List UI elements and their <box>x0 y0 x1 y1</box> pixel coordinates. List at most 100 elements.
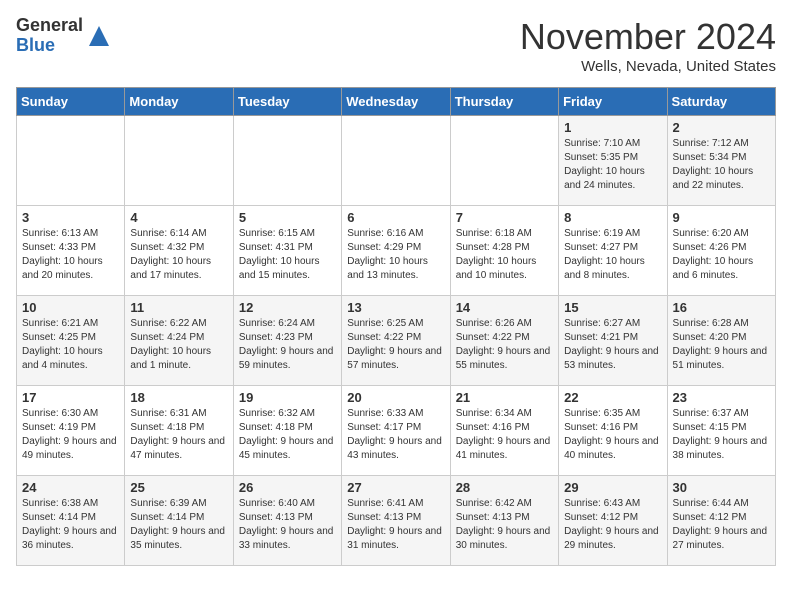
header-friday: Friday <box>559 88 667 116</box>
calendar-cell <box>450 116 558 206</box>
logo-blue: Blue <box>16 36 83 56</box>
day-info: Sunrise: 6:15 AM Sunset: 4:31 PM Dayligh… <box>239 227 336 283</box>
day-info: Sunrise: 7:10 AM Sunset: 5:35 PM Dayligh… <box>564 137 661 193</box>
title-block: November 2024 Wells, Nevada, United Stat… <box>520 16 776 75</box>
calendar-week-5: 24 Sunrise: 6:38 AM Sunset: 4:14 PM Dayli… <box>17 476 776 566</box>
day-number: 25 <box>130 480 227 495</box>
day-info: Sunrise: 6:37 AM Sunset: 4:15 PM Dayligh… <box>673 407 770 463</box>
day-info: Sunrise: 6:34 AM Sunset: 4:16 PM Dayligh… <box>456 407 553 463</box>
day-number: 6 <box>347 210 444 225</box>
day-info: Sunrise: 6:31 AM Sunset: 4:18 PM Dayligh… <box>130 407 227 463</box>
day-info: Sunrise: 6:24 AM Sunset: 4:23 PM Dayligh… <box>239 317 336 373</box>
calendar-cell: 23 Sunrise: 6:37 AM Sunset: 4:15 PM Dayli… <box>667 386 775 476</box>
day-info: Sunrise: 6:40 AM Sunset: 4:13 PM Dayligh… <box>239 497 336 553</box>
calendar-cell: 6 Sunrise: 6:16 AM Sunset: 4:29 PM Daylig… <box>342 206 450 296</box>
calendar-cell: 11 Sunrise: 6:22 AM Sunset: 4:24 PM Dayli… <box>125 296 233 386</box>
day-info: Sunrise: 6:22 AM Sunset: 4:24 PM Dayligh… <box>130 317 227 373</box>
day-info: Sunrise: 6:38 AM Sunset: 4:14 PM Dayligh… <box>22 497 119 553</box>
calendar-cell: 16Sunrise: 6:28 AM Sunset: 4:20 PM Dayli… <box>667 296 775 386</box>
day-info: Sunrise: 6:42 AM Sunset: 4:13 PM Dayligh… <box>456 497 553 553</box>
day-info: Sunrise: 6:41 AM Sunset: 4:13 PM Dayligh… <box>347 497 444 553</box>
day-number: 27 <box>347 480 444 495</box>
calendar-cell: 20 Sunrise: 6:33 AM Sunset: 4:17 PM Dayli… <box>342 386 450 476</box>
day-info: Sunrise: 6:32 AM Sunset: 4:18 PM Dayligh… <box>239 407 336 463</box>
day-number: 20 <box>347 390 444 405</box>
day-number: 18 <box>130 390 227 405</box>
day-number: 29 <box>564 480 661 495</box>
calendar-week-4: 17 Sunrise: 6:30 AM Sunset: 4:19 PM Dayli… <box>17 386 776 476</box>
day-info: Sunrise: 6:27 AM Sunset: 4:21 PM Dayligh… <box>564 317 661 373</box>
day-number: 28 <box>456 480 553 495</box>
day-number: 5 <box>239 210 336 225</box>
calendar-cell: 17 Sunrise: 6:30 AM Sunset: 4:19 PM Dayli… <box>17 386 125 476</box>
day-info: Sunrise: 6:13 AM Sunset: 4:33 PM Dayligh… <box>22 227 119 283</box>
day-number: 14 <box>456 300 553 315</box>
calendar-cell: 4Sunrise: 6:14 AM Sunset: 4:32 PM Daylig… <box>125 206 233 296</box>
day-number: 24 <box>22 480 119 495</box>
calendar-cell: 25 Sunrise: 6:39 AM Sunset: 4:14 PM Dayli… <box>125 476 233 566</box>
logo-general: General <box>16 16 83 36</box>
day-info: Sunrise: 6:35 AM Sunset: 4:16 PM Dayligh… <box>564 407 661 463</box>
calendar-cell: 18 Sunrise: 6:31 AM Sunset: 4:18 PM Dayli… <box>125 386 233 476</box>
day-number: 19 <box>239 390 336 405</box>
calendar-cell <box>17 116 125 206</box>
calendar-cell: 24 Sunrise: 6:38 AM Sunset: 4:14 PM Dayli… <box>17 476 125 566</box>
day-info: Sunrise: 6:21 AM Sunset: 4:25 PM Dayligh… <box>22 317 119 373</box>
day-number: 21 <box>456 390 553 405</box>
calendar-cell: 15 Sunrise: 6:27 AM Sunset: 4:21 PM Dayli… <box>559 296 667 386</box>
day-info: Sunrise: 6:19 AM Sunset: 4:27 PM Dayligh… <box>564 227 661 283</box>
calendar-cell: 7Sunrise: 6:18 AM Sunset: 4:28 PM Daylig… <box>450 206 558 296</box>
day-number: 16 <box>673 300 770 315</box>
day-info: Sunrise: 6:33 AM Sunset: 4:17 PM Dayligh… <box>347 407 444 463</box>
day-info: Sunrise: 6:44 AM Sunset: 4:12 PM Dayligh… <box>673 497 770 553</box>
calendar-cell: 21 Sunrise: 6:34 AM Sunset: 4:16 PM Dayli… <box>450 386 558 476</box>
day-number: 30 <box>673 480 770 495</box>
calendar-cell <box>233 116 341 206</box>
calendar-cell: 19 Sunrise: 6:32 AM Sunset: 4:18 PM Dayli… <box>233 386 341 476</box>
day-number: 11 <box>130 300 227 315</box>
calendar-cell: 3 Sunrise: 6:13 AM Sunset: 4:33 PM Daylig… <box>17 206 125 296</box>
calendar-table: SundayMondayTuesdayWednesdayThursdayFrid… <box>16 87 776 566</box>
day-info: Sunrise: 6:25 AM Sunset: 4:22 PM Dayligh… <box>347 317 444 373</box>
calendar-cell <box>342 116 450 206</box>
logo: General Blue <box>16 16 113 56</box>
calendar-cell: 14Sunrise: 6:26 AM Sunset: 4:22 PM Dayli… <box>450 296 558 386</box>
day-number: 7 <box>456 210 553 225</box>
header-wednesday: Wednesday <box>342 88 450 116</box>
calendar-cell: 27 Sunrise: 6:41 AM Sunset: 4:13 PM Dayli… <box>342 476 450 566</box>
calendar-cell: 8Sunrise: 6:19 AM Sunset: 4:27 PM Daylig… <box>559 206 667 296</box>
header-monday: Monday <box>125 88 233 116</box>
day-number: 23 <box>673 390 770 405</box>
calendar-week-3: 10 Sunrise: 6:21 AM Sunset: 4:25 PM Dayli… <box>17 296 776 386</box>
day-info: Sunrise: 6:16 AM Sunset: 4:29 PM Dayligh… <box>347 227 444 283</box>
calendar-cell: 12Sunrise: 6:24 AM Sunset: 4:23 PM Dayli… <box>233 296 341 386</box>
calendar-cell: 26 Sunrise: 6:40 AM Sunset: 4:13 PM Dayli… <box>233 476 341 566</box>
day-number: 10 <box>22 300 119 315</box>
day-number: 26 <box>239 480 336 495</box>
day-number: 2 <box>673 120 770 135</box>
header-saturday: Saturday <box>667 88 775 116</box>
calendar-cell: 9Sunrise: 6:20 AM Sunset: 4:26 PM Daylig… <box>667 206 775 296</box>
calendar-cell: 13Sunrise: 6:25 AM Sunset: 4:22 PM Dayli… <box>342 296 450 386</box>
calendar-header-row: SundayMondayTuesdayWednesdayThursdayFrid… <box>17 88 776 116</box>
calendar-cell <box>125 116 233 206</box>
header-thursday: Thursday <box>450 88 558 116</box>
header-tuesday: Tuesday <box>233 88 341 116</box>
calendar-cell: 1Sunrise: 7:10 AM Sunset: 5:35 PM Daylig… <box>559 116 667 206</box>
calendar-week-1: 1Sunrise: 7:10 AM Sunset: 5:35 PM Daylig… <box>17 116 776 206</box>
day-number: 15 <box>564 300 661 315</box>
day-number: 3 <box>22 210 119 225</box>
day-info: Sunrise: 6:39 AM Sunset: 4:14 PM Dayligh… <box>130 497 227 553</box>
logo-icon <box>85 22 113 50</box>
calendar-cell: 2 Sunrise: 7:12 AM Sunset: 5:34 PM Daylig… <box>667 116 775 206</box>
day-number: 9 <box>673 210 770 225</box>
day-info: Sunrise: 7:12 AM Sunset: 5:34 PM Dayligh… <box>673 137 770 193</box>
header-sunday: Sunday <box>17 88 125 116</box>
month-title: November 2024 <box>520 16 776 58</box>
day-number: 17 <box>22 390 119 405</box>
calendar-cell: 29Sunrise: 6:43 AM Sunset: 4:12 PM Dayli… <box>559 476 667 566</box>
day-number: 4 <box>130 210 227 225</box>
calendar-cell: 30 Sunrise: 6:44 AM Sunset: 4:12 PM Dayli… <box>667 476 775 566</box>
day-info: Sunrise: 6:30 AM Sunset: 4:19 PM Dayligh… <box>22 407 119 463</box>
logo-text: General Blue <box>16 16 83 56</box>
